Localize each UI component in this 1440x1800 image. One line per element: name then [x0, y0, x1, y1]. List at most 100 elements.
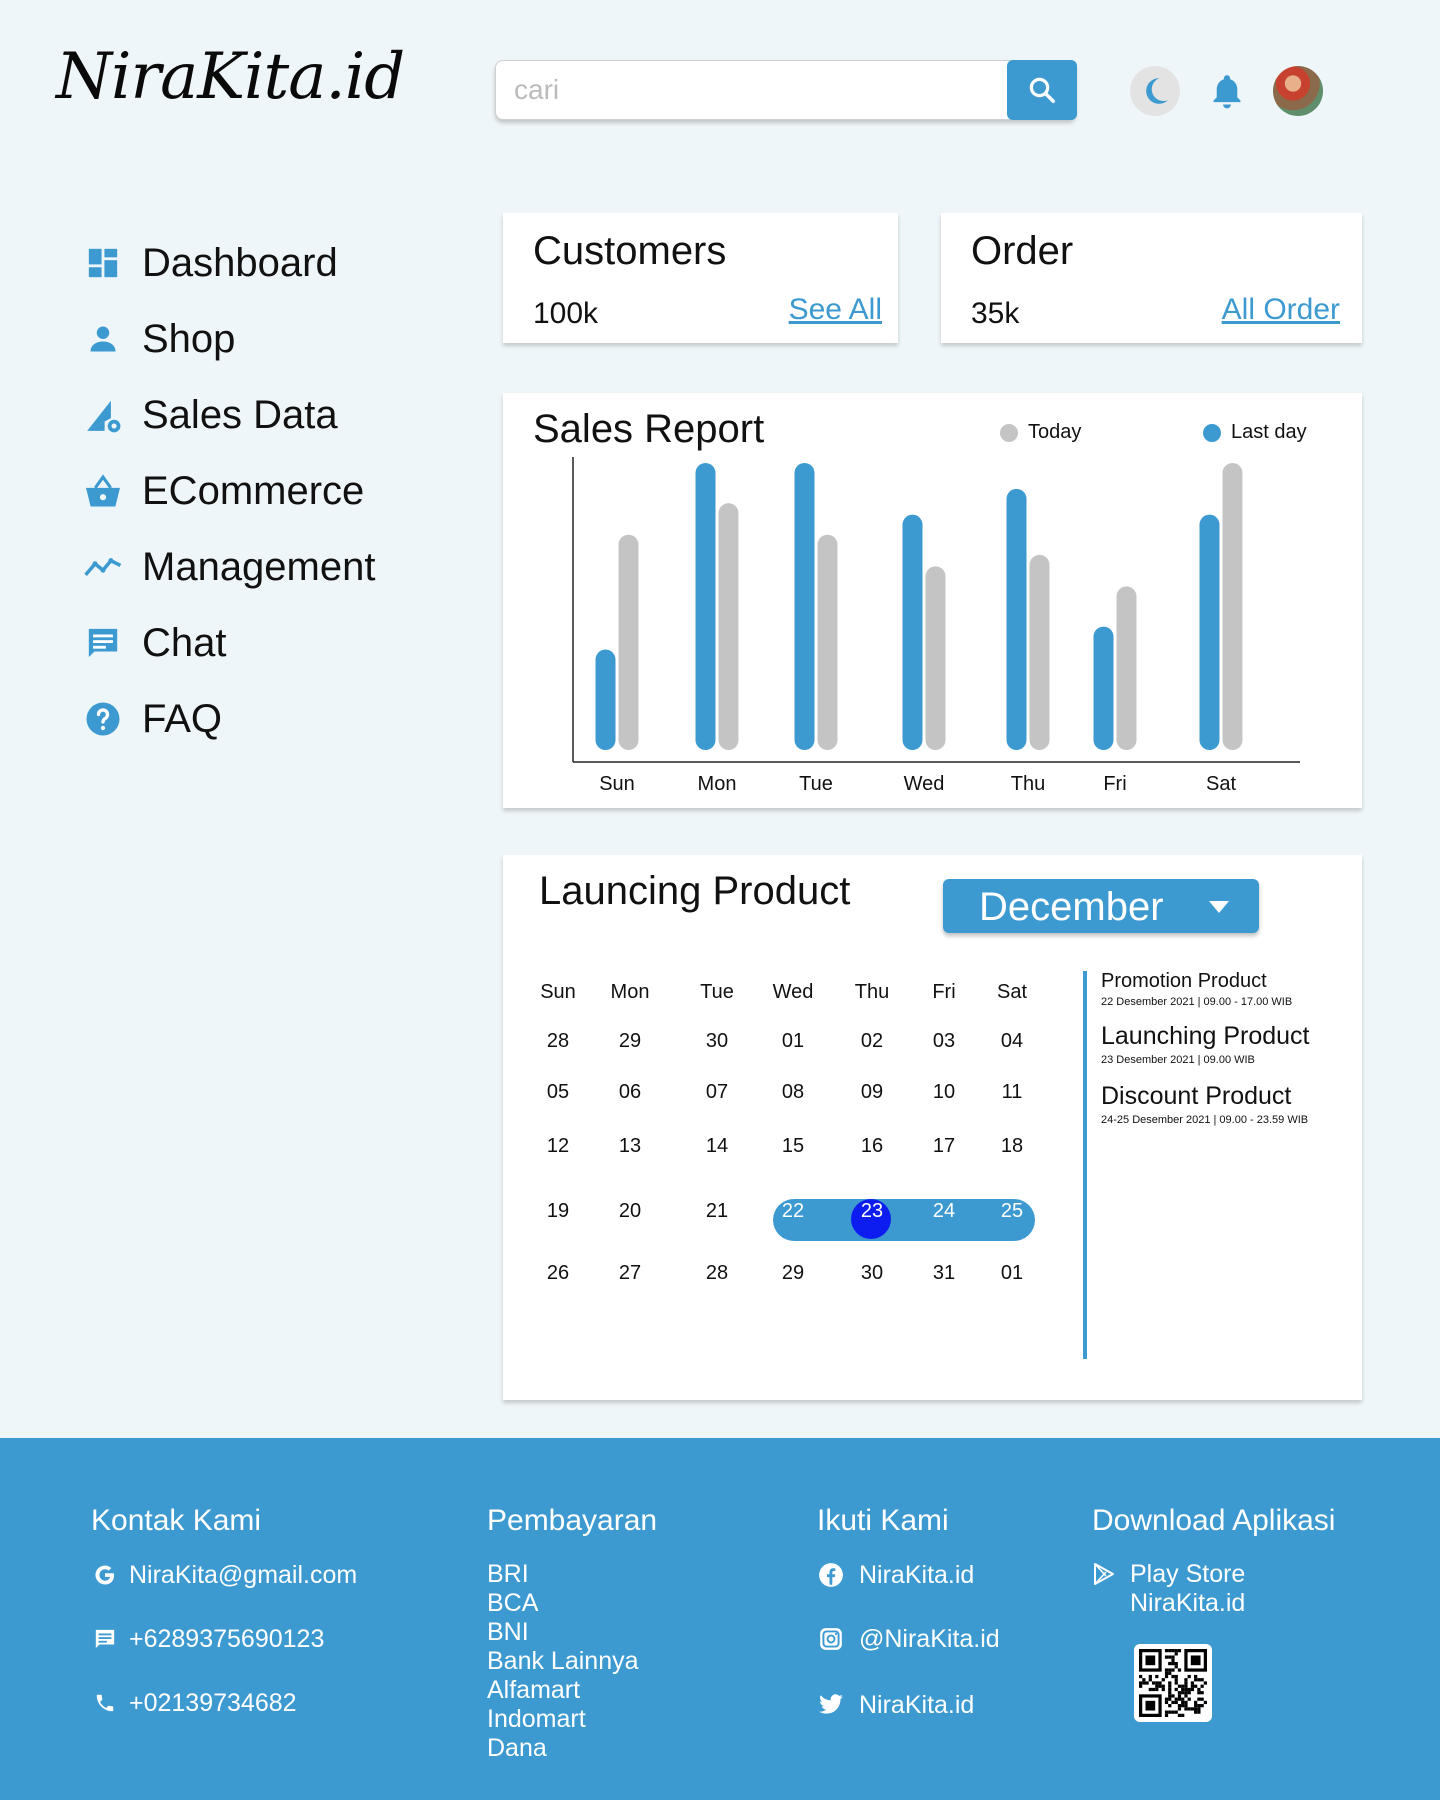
- bar-today-mon[interactable]: [718, 503, 739, 750]
- person-icon: [84, 320, 122, 358]
- sidebar-item-label: FAQ: [142, 696, 223, 741]
- bar-today-sun[interactable]: [618, 534, 639, 750]
- calendar-day[interactable]: 19: [528, 1200, 588, 1223]
- bar-today-sat[interactable]: [1222, 463, 1243, 750]
- twitter-text: NiraKita.id: [859, 1690, 975, 1719]
- instagram-link[interactable]: @NiraKita.id: [817, 1624, 1000, 1654]
- sales-chart-gear-icon: [84, 396, 122, 434]
- calendar-day[interactable]: 28: [528, 1030, 588, 1053]
- sidebar-item-sales-data[interactable]: Sales Data: [84, 377, 375, 453]
- calendar-day[interactable]: 05: [528, 1081, 588, 1104]
- sidebar-item-shop[interactable]: Shop: [84, 301, 375, 377]
- calendar-day[interactable]: 12: [528, 1135, 588, 1158]
- calendar-weekday: Sat: [996, 981, 1028, 1003]
- event-item[interactable]: Promotion Product 22 Desember 2021 | 09.…: [1101, 970, 1292, 1008]
- calendar-day[interactable]: 30: [842, 1262, 902, 1285]
- avatar[interactable]: [1273, 66, 1323, 116]
- calendar-day[interactable]: 04: [982, 1030, 1042, 1053]
- calendar-day[interactable]: 18: [982, 1135, 1042, 1158]
- payment-item[interactable]: Indomart: [487, 1705, 657, 1734]
- payment-item[interactable]: Alfamart: [487, 1676, 657, 1705]
- contact-email[interactable]: NiraKita@gmail.com: [91, 1560, 357, 1590]
- bar-today-tue[interactable]: [817, 534, 838, 750]
- bar-today-fri[interactable]: [1116, 586, 1137, 750]
- calendar-day[interactable]: 03: [914, 1030, 974, 1053]
- bar-last-day-sun[interactable]: [595, 649, 616, 750]
- calendar-day[interactable]: 02: [842, 1030, 902, 1053]
- see-all-link[interactable]: See All: [789, 293, 882, 327]
- events-divider: [1083, 971, 1087, 1359]
- calendar-day[interactable]: 21: [687, 1200, 747, 1223]
- footer: Kontak Kami NiraKita@gmail.com +62893756…: [0, 1438, 1440, 1800]
- bar-last-day-sat[interactable]: [1199, 514, 1220, 750]
- logo[interactable]: NiraKita.id: [56, 40, 405, 114]
- contact-sms[interactable]: +6289375690123: [91, 1624, 357, 1654]
- sidebar-item-faq[interactable]: FAQ: [84, 681, 375, 757]
- event-date: 23 Desember 2021 | 09.00 WIB: [1101, 1054, 1255, 1066]
- payment-item[interactable]: BRI: [487, 1560, 657, 1589]
- calendar-day[interactable]: 10: [914, 1081, 974, 1104]
- search-input[interactable]: [514, 71, 994, 109]
- launch-title: Launcing Product: [539, 869, 851, 913]
- calendar-day[interactable]: 31: [914, 1262, 974, 1285]
- sidebar-item-ecommerce[interactable]: ECommerce: [84, 453, 375, 529]
- bar-last-day-tue[interactable]: [794, 463, 815, 750]
- payment-item[interactable]: Dana: [487, 1734, 657, 1763]
- chat-icon: [84, 624, 122, 662]
- play-store-link[interactable]: Play Store NiraKita.id: [1092, 1560, 1335, 1618]
- payment-item[interactable]: Bank Lainnya: [487, 1647, 657, 1676]
- sidebar-item-chat[interactable]: Chat: [84, 605, 375, 681]
- twitter-link[interactable]: NiraKita.id: [817, 1690, 1000, 1720]
- calendar-day[interactable]: 29: [600, 1030, 660, 1053]
- bar-last-day-fri[interactable]: [1093, 626, 1114, 750]
- message-icon: [91, 1625, 119, 1653]
- calendar-day[interactable]: 26: [528, 1262, 588, 1285]
- event-item[interactable]: Launching Product 23 Desember 2021 | 09.…: [1101, 1022, 1309, 1066]
- calendar-day[interactable]: 06: [600, 1081, 660, 1104]
- calendar-day[interactable]: 13: [600, 1135, 660, 1158]
- contact-phone[interactable]: +02139734682: [91, 1688, 357, 1718]
- calendar-day[interactable]: 14: [687, 1135, 747, 1158]
- calendar-day[interactable]: 20: [600, 1200, 660, 1223]
- calendar-day[interactable]: 24: [914, 1200, 974, 1223]
- calendar-day[interactable]: 17: [914, 1135, 974, 1158]
- search-button[interactable]: [1007, 60, 1077, 120]
- calendar-day[interactable]: 28: [687, 1262, 747, 1285]
- bell-icon: [1213, 75, 1241, 109]
- google-icon: [91, 1561, 119, 1589]
- calendar-day[interactable]: 09: [842, 1081, 902, 1104]
- bar-last-day-mon[interactable]: [695, 463, 716, 750]
- notification-button[interactable]: [1202, 66, 1252, 116]
- facebook-link[interactable]: NiraKita.id: [817, 1560, 1000, 1590]
- calendar-day[interactable]: 08: [763, 1081, 823, 1104]
- bar-last-day-wed[interactable]: [902, 514, 923, 750]
- calendar-day[interactable]: 29: [763, 1262, 823, 1285]
- payment-item[interactable]: BNI: [487, 1618, 657, 1647]
- footer-heading: Download Aplikasi: [1092, 1504, 1336, 1537]
- payment-item[interactable]: BCA: [487, 1589, 657, 1618]
- bar-last-day-thu[interactable]: [1006, 488, 1027, 750]
- sidebar-item-dashboard[interactable]: Dashboard: [84, 225, 375, 301]
- calendar-day[interactable]: 23: [842, 1200, 902, 1223]
- calendar-day[interactable]: 16: [842, 1135, 902, 1158]
- event-item[interactable]: Discount Product 24-25 Desember 2021 | 0…: [1101, 1082, 1308, 1126]
- calendar-day[interactable]: 30: [687, 1030, 747, 1053]
- sidebar-item-management[interactable]: Management: [84, 529, 375, 605]
- calendar-day[interactable]: 22: [763, 1200, 823, 1223]
- calendar-day[interactable]: 25: [982, 1200, 1042, 1223]
- month-dropdown[interactable]: December: [943, 879, 1259, 933]
- calendar-day[interactable]: 15: [763, 1135, 823, 1158]
- calendar-day[interactable]: 11: [982, 1081, 1042, 1104]
- event-title: Discount Product: [1101, 1082, 1292, 1110]
- footer-heading: Kontak Kami: [91, 1504, 262, 1537]
- bar-today-wed[interactable]: [925, 566, 946, 750]
- dark-mode-toggle[interactable]: [1130, 66, 1180, 116]
- all-order-link[interactable]: All Order: [1222, 293, 1340, 327]
- calendar-day[interactable]: 01: [763, 1030, 823, 1053]
- x-tick-label: Sun: [599, 773, 635, 795]
- calendar-day[interactable]: 07: [687, 1081, 747, 1104]
- calendar-day[interactable]: 01: [982, 1262, 1042, 1285]
- calendar-day[interactable]: 27: [600, 1262, 660, 1285]
- bar-today-thu[interactable]: [1029, 554, 1050, 750]
- trend-line-icon: [84, 548, 122, 586]
